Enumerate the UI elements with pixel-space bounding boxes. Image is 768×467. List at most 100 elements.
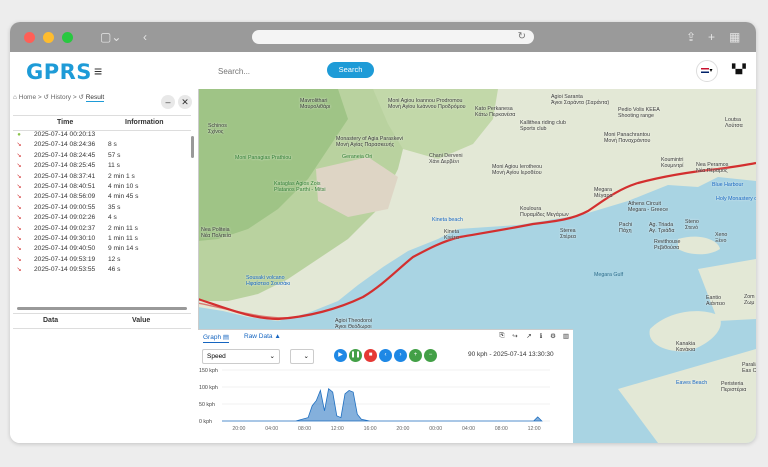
- table-row[interactable]: ↘ 2025-07-14 08:24:45 57 s: [13, 151, 191, 161]
- map-label[interactable]: Steno Στενό: [685, 219, 699, 231]
- stop-icon: ↘: [16, 204, 22, 211]
- menu-icon[interactable]: ≡: [94, 63, 102, 79]
- map-label[interactable]: Geraneia Ori: [342, 154, 372, 160]
- map-label[interactable]: Ag. Triada Αγ. Τριάδα: [649, 222, 674, 234]
- row-time: 2025-07-14 08:24:36: [34, 141, 96, 149]
- map-label[interactable]: Kato Perkanesa Κάτω Περκανέσα: [475, 106, 515, 118]
- table-row[interactable]: ↘ 2025-07-14 08:24:36 8 s: [13, 140, 191, 150]
- map-label[interactable]: Kallithea riding club Sports club: [520, 120, 566, 132]
- table-row[interactable]: ↘ 2025-07-14 09:53:19 12 s: [13, 255, 191, 265]
- map-label[interactable]: Megara Gulf: [594, 272, 623, 278]
- speed-chart[interactable]: 150 kph 100 kph 50 kph 0 kph 20:00 04:00 08:00…: [198, 330, 573, 443]
- map-label[interactable]: Sousaki volcano Ηφαίστειο Σουσάκι: [246, 275, 290, 287]
- x-tick-label: 08:00: [495, 426, 508, 432]
- map-label-local-name: Μονή Αγίου Ιωάννου Προδρόμου: [388, 104, 466, 110]
- map-label[interactable]: Kineta beach: [432, 217, 463, 223]
- map-label[interactable]: Nea Peramos Νέα Πέραμος: [696, 162, 728, 174]
- map-label[interactable]: Chani Derveni Χάνι Δερβένι: [429, 153, 463, 165]
- map-label[interactable]: ParaliaEas Club: [742, 362, 756, 374]
- back-icon[interactable]: ‹: [143, 30, 147, 44]
- map-label[interactable]: Kineta Κινέτα: [444, 229, 459, 241]
- col-data[interactable]: Data: [43, 317, 58, 324]
- map-label[interactable]: Holy Monastery of Faneromeni: [716, 196, 756, 202]
- map-label[interactable]: Megara Μέγαρα: [594, 187, 613, 199]
- map-label[interactable]: Eantio Αιάντειο: [706, 295, 725, 307]
- events-table-header: Time Information: [13, 115, 191, 131]
- table-row[interactable]: ↘ 2025-07-14 08:25:45 11 s: [13, 161, 191, 171]
- map-label[interactable]: Zom Ζωμ: [744, 294, 755, 306]
- maximize-window-button[interactable]: [62, 32, 73, 43]
- map-label-local-name: Eas Club: [742, 368, 756, 374]
- map-label-local-name: Platanos Parthi - Mitsi: [274, 187, 326, 193]
- map-label[interactable]: Peristeria Περιστέρια: [721, 381, 746, 393]
- map-label[interactable]: Blue Harbour: [712, 182, 743, 188]
- map-label[interactable]: Kanakia Κανάκια: [676, 341, 695, 353]
- map-label-local-name: Μαυρολιθάρι: [300, 104, 331, 110]
- language-selector[interactable]: ▾: [696, 60, 718, 82]
- address-bar[interactable]: ↻: [252, 30, 534, 44]
- vertical-scrollbar[interactable]: [191, 136, 194, 158]
- map-label[interactable]: Moni Agiou Ioannou Prodromou Μονή Αγίου Ι…: [388, 98, 466, 110]
- col-time[interactable]: Time: [57, 119, 73, 126]
- table-row[interactable]: ↘ 2025-07-14 08:56:09 4 min 45 s: [13, 192, 191, 202]
- x-tick-label: 04:00: [265, 426, 278, 432]
- map-label[interactable]: Koumintri Κουμιντρί: [661, 157, 683, 169]
- map-label[interactable]: Athens Circuit Megara - Greece: [628, 201, 668, 213]
- map-label[interactable]: Nea Politeia Νέα Πολιτεία: [201, 227, 231, 239]
- map-label[interactable]: Moni Panagias Prathiou: [235, 155, 291, 161]
- row-info: 4 min 45 s: [108, 193, 139, 201]
- table-row[interactable]: ↘ 2025-07-14 09:00:55 35 s: [13, 203, 191, 213]
- result-icon: ↺: [78, 94, 84, 101]
- map-label[interactable]: Schinos Σχίνος: [208, 123, 227, 135]
- sidebar-toggle-icon[interactable]: ▢⌄: [100, 30, 121, 44]
- map-label-local-name: Μονή Αγίου Ιεροθέου: [492, 170, 542, 176]
- search-button[interactable]: Search: [327, 62, 374, 78]
- map-label[interactable]: Pedio Volis KEEA Shooting range: [618, 107, 660, 119]
- table-row[interactable]: ↘ 2025-07-14 09:53:55 46 s: [13, 265, 191, 275]
- table-row[interactable]: ↘ 2025-07-14 08:40:51 4 min 10 s: [13, 182, 191, 192]
- map-label[interactable]: Eaves Beach: [676, 380, 707, 386]
- map-label-local-name: Χάνι Δερβένι: [429, 159, 459, 165]
- minimize-window-button[interactable]: [43, 32, 54, 43]
- close-window-button[interactable]: [24, 32, 35, 43]
- map-label-local-name: Κινέτα: [444, 235, 459, 241]
- search-input[interactable]: [216, 63, 330, 80]
- breadcrumb-result[interactable]: Result: [85, 94, 105, 102]
- map-label[interactable]: Kataglas Agios Zois Platanos Parthi - Mit…: [274, 181, 326, 193]
- close-panel-button[interactable]: ✕: [178, 95, 192, 109]
- share-icon[interactable]: ⇪: [686, 30, 696, 44]
- tab-overview-icon[interactable]: ▦: [729, 30, 740, 44]
- map-label[interactable]: Pachi Πάχη: [619, 222, 632, 234]
- y-tick-label: 0 kph: [199, 419, 212, 425]
- breadcrumb-history[interactable]: History: [51, 94, 71, 101]
- map-label[interactable]: Revithouse Ρεβιθούσα: [654, 239, 681, 251]
- map-label[interactable]: Xeno Ξένο: [715, 232, 727, 244]
- stop-icon: ↘: [16, 163, 22, 170]
- browser-titlebar: ▢⌄ ‹ ↻ ⇪ + ▦: [10, 22, 756, 52]
- table-row[interactable]: ↘ 2025-07-14 09:02:26 4 s: [13, 213, 191, 223]
- col-value[interactable]: Value: [132, 317, 150, 324]
- map-label[interactable]: Loutsa Λούτσα: [725, 117, 743, 129]
- horizontal-scrollbar[interactable]: [17, 307, 187, 310]
- table-row[interactable]: ↘ 2025-07-14 09:40:50 9 min 14 s: [13, 244, 191, 254]
- breadcrumb-home[interactable]: Home: [19, 94, 36, 101]
- row-time: 2025-07-14 09:40:50: [34, 245, 96, 253]
- map-label[interactable]: Kouloura Πυραμίδες Μεγάρων: [520, 206, 569, 218]
- map-label[interactable]: Sterea Στέρεα: [560, 228, 576, 240]
- map-label[interactable]: Mavrolithari Μαυρολιθάρι: [300, 98, 330, 110]
- table-row[interactable]: ↘ 2025-07-14 09:02:37 2 min 11 s: [13, 224, 191, 234]
- map-view-icon[interactable]: ▚▞: [732, 64, 746, 75]
- row-info: 11 s: [108, 162, 120, 170]
- col-information[interactable]: Information: [125, 119, 164, 126]
- reload-icon[interactable]: ↻: [518, 30, 526, 44]
- table-row[interactable]: ↘ 2025-07-14 09:30:10 1 min 11 s: [13, 234, 191, 244]
- map-label[interactable]: Moni Panachrantou Μονή Παναχράντου: [604, 132, 650, 144]
- table-row[interactable]: ● 2025-07-14 00:20:13: [13, 130, 191, 140]
- map-label[interactable]: Agioi Saranta Άγιοι Σαράντα (Σαράντα): [551, 94, 609, 106]
- new-tab-icon[interactable]: +: [708, 30, 715, 44]
- map-label[interactable]: Monastery of Agia Paraskevi Μονή Αγίας Πα…: [336, 136, 403, 148]
- table-row[interactable]: ↘ 2025-07-14 08:37:41 2 min 1 s: [13, 172, 191, 182]
- map-label[interactable]: Moni Agiou Ierotheou Μονή Αγίου Ιεροθέου: [492, 164, 542, 176]
- minimize-panel-button[interactable]: –: [161, 95, 175, 109]
- island-east: [698, 259, 756, 321]
